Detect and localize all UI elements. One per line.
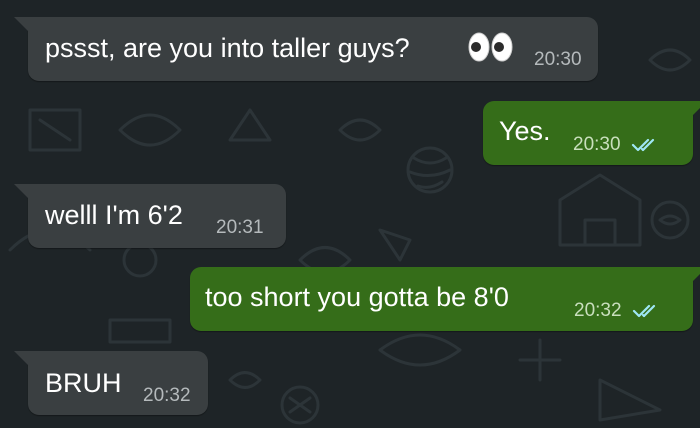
read-receipt-icon bbox=[631, 138, 655, 152]
bubble-tail bbox=[691, 267, 700, 283]
bubble-tail bbox=[691, 101, 700, 117]
incoming-message-bubble[interactable]: BRUH 20:32 bbox=[14, 351, 208, 415]
eyes-emoji-icon bbox=[468, 32, 513, 62]
outgoing-message-bubble[interactable]: Yes. 20:30 bbox=[483, 101, 700, 165]
message-text: welll I'm 6'2 bbox=[45, 200, 183, 230]
read-receipt-icon bbox=[632, 304, 656, 318]
message-text: BRUH bbox=[45, 368, 122, 398]
bubble-tail bbox=[14, 17, 30, 33]
message-text: pssst, are you into taller guys? bbox=[45, 33, 410, 63]
message-timestamp: 20:30 bbox=[573, 134, 621, 155]
message-timestamp: 20:31 bbox=[216, 217, 264, 238]
bubble-tail bbox=[14, 351, 30, 367]
message-timestamp: 20:32 bbox=[143, 385, 191, 406]
incoming-message-bubble[interactable]: pssst, are you into taller guys? 20:30 bbox=[14, 17, 598, 81]
outgoing-message-bubble[interactable]: too short you gotta be 8'0 20:32 bbox=[190, 267, 700, 331]
message-timestamp: 20:30 bbox=[534, 49, 582, 70]
message-text: Yes. bbox=[499, 116, 551, 146]
incoming-message-bubble[interactable]: welll I'm 6'2 20:31 bbox=[14, 184, 286, 248]
bubble-tail bbox=[14, 184, 30, 200]
message-text: too short you gotta be 8'0 bbox=[205, 282, 509, 312]
message-timestamp: 20:32 bbox=[574, 300, 622, 321]
